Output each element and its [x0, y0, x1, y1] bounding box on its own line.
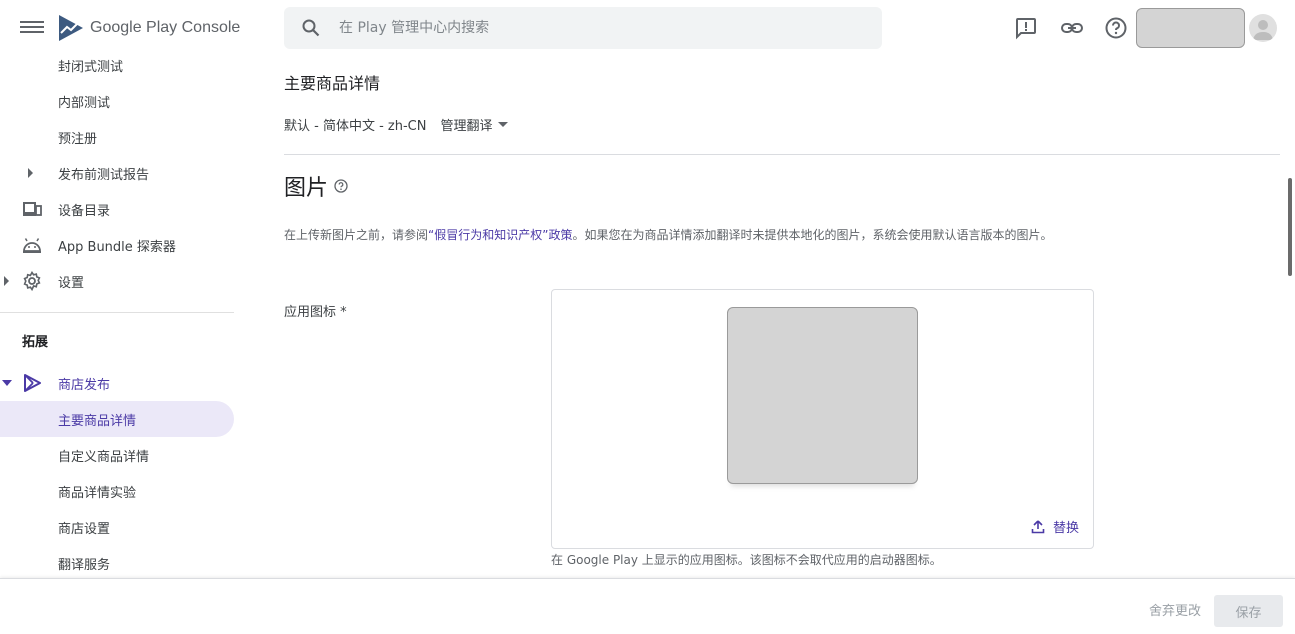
sidebar-item-label: 主要商品详情	[58, 413, 137, 429]
sidebar-divider	[0, 312, 234, 313]
discard-changes-button[interactable]: 舍弃更改	[1149, 600, 1201, 619]
user-avatar-icon	[1253, 20, 1273, 40]
sidebar-section-heading: 拓展	[22, 335, 49, 350]
brand-google-play: Google Play	[90, 19, 178, 36]
app-icon-label: 应用图标 *	[284, 305, 347, 320]
sidebar: 封闭式测试 内部测试 预注册 发布前测试报告 设备目录 App Bundle 探…	[0, 46, 234, 578]
page-title: 主要商品详情	[284, 74, 381, 93]
sidebar-item-internal-testing[interactable]: 内部测试	[0, 83, 234, 119]
sidebar-item-label: 商店设置	[58, 521, 111, 537]
scrollbar[interactable]	[1288, 178, 1292, 276]
default-language-label: 默认 - 简体中文 - zh-CN	[284, 119, 427, 134]
sidebar-item-label: 商品详情实验	[58, 485, 137, 501]
link-icon[interactable]	[1060, 16, 1084, 40]
notice-text-pre: 在上传新图片之前，请参阅	[284, 228, 429, 242]
replace-button[interactable]: 替换	[1031, 517, 1079, 536]
sidebar-item-label: App Bundle 探索器	[58, 239, 176, 255]
sidebar-item-label: 预注册	[58, 131, 98, 147]
sidebar-item-label: 内部测试	[58, 95, 111, 111]
sidebar-item-app-bundle-explorer[interactable]: App Bundle 探索器	[0, 227, 234, 263]
sidebar-item-device-catalog[interactable]: 设备目录	[0, 191, 234, 227]
section-divider	[284, 154, 1280, 155]
app-icon-helper-text: 在 Google Play 上显示的应用图标。该图标不会取代应用的启动器图标。	[551, 553, 942, 567]
search-icon	[302, 19, 320, 37]
app-icon-preview	[727, 307, 918, 484]
play-store-icon	[24, 374, 41, 392]
sidebar-item-label: 设备目录	[58, 203, 111, 219]
sidebar-item-label: 商店发布	[58, 377, 111, 393]
save-button[interactable]: 保存	[1214, 595, 1283, 627]
android-icon	[23, 238, 41, 253]
sidebar-item-label: 设置	[58, 275, 85, 291]
avatar[interactable]	[1249, 14, 1277, 42]
search-bar[interactable]	[284, 7, 882, 49]
account-switcher-button[interactable]	[1136, 8, 1245, 48]
sidebar-item-label: 翻译服务	[58, 557, 111, 573]
brand-console: Console	[181, 19, 241, 36]
sidebar-item-store-presence[interactable]: 商店发布	[0, 365, 234, 401]
main-menu-button[interactable]	[20, 18, 44, 38]
sidebar-item-settings[interactable]: 设置	[0, 263, 234, 299]
graphics-section-title: 图片	[284, 170, 348, 202]
chevron-down-icon	[2, 380, 12, 386]
policy-notice: 在上传新图片之前，请参阅“假冒行为和知识产权”政策。如果您在为商品详情添加翻译时…	[284, 226, 1084, 244]
sidebar-item-pre-launch-report[interactable]: 发布前测试报告	[0, 155, 234, 191]
dropdown-arrow-icon	[498, 122, 509, 127]
play-console-logo-icon	[59, 15, 83, 41]
sidebar-item-pre-registration[interactable]: 预注册	[0, 119, 234, 155]
upload-icon	[1031, 519, 1045, 533]
help-icon[interactable]	[1104, 16, 1128, 40]
chevron-right-icon	[4, 276, 9, 286]
sidebar-item-label: 发布前测试报告	[58, 167, 150, 183]
sidebar-item-store-listing-experiments[interactable]: 商品详情实验	[0, 473, 234, 509]
sidebar-item-store-settings[interactable]: 商店设置	[0, 509, 234, 545]
feedback-icon[interactable]	[1014, 16, 1038, 40]
manage-translations-label: 管理翻译	[440, 119, 493, 134]
notice-text-post: 。如果您在为商品详情添加翻译时未提供本地化的图片，系统会使用默认语言版本的图片。	[572, 228, 1053, 242]
sidebar-item-closed-testing[interactable]: 封闭式测试	[0, 47, 234, 83]
policy-link[interactable]: “假冒行为和知识产权”政策	[428, 228, 572, 242]
manage-translations-dropdown[interactable]: 管理翻译	[440, 115, 509, 134]
sidebar-item-translation-service[interactable]: 翻译服务	[0, 545, 234, 578]
app-icon-upload-box: 替换	[551, 289, 1094, 549]
app-logo[interactable]: Google Play Console	[58, 14, 240, 42]
search-input[interactable]	[339, 15, 859, 41]
language-row: 默认 - 简体中文 - zh-CN 管理翻译	[284, 115, 509, 134]
gear-icon	[23, 271, 41, 291]
replace-label: 替换	[1052, 521, 1079, 536]
bottom-action-bar: 舍弃更改 保存	[0, 578, 1295, 634]
sidebar-item-custom-store-listing[interactable]: 自定义商品详情	[0, 437, 234, 473]
sidebar-item-label: 封闭式测试	[58, 59, 124, 75]
chevron-right-icon	[28, 168, 33, 178]
help-icon[interactable]	[334, 179, 348, 193]
section-title-text: 图片	[284, 176, 329, 201]
sidebar-item-label: 自定义商品详情	[58, 449, 150, 465]
devices-icon	[23, 202, 42, 216]
sidebar-item-main-store-listing[interactable]: 主要商品详情	[0, 401, 234, 437]
